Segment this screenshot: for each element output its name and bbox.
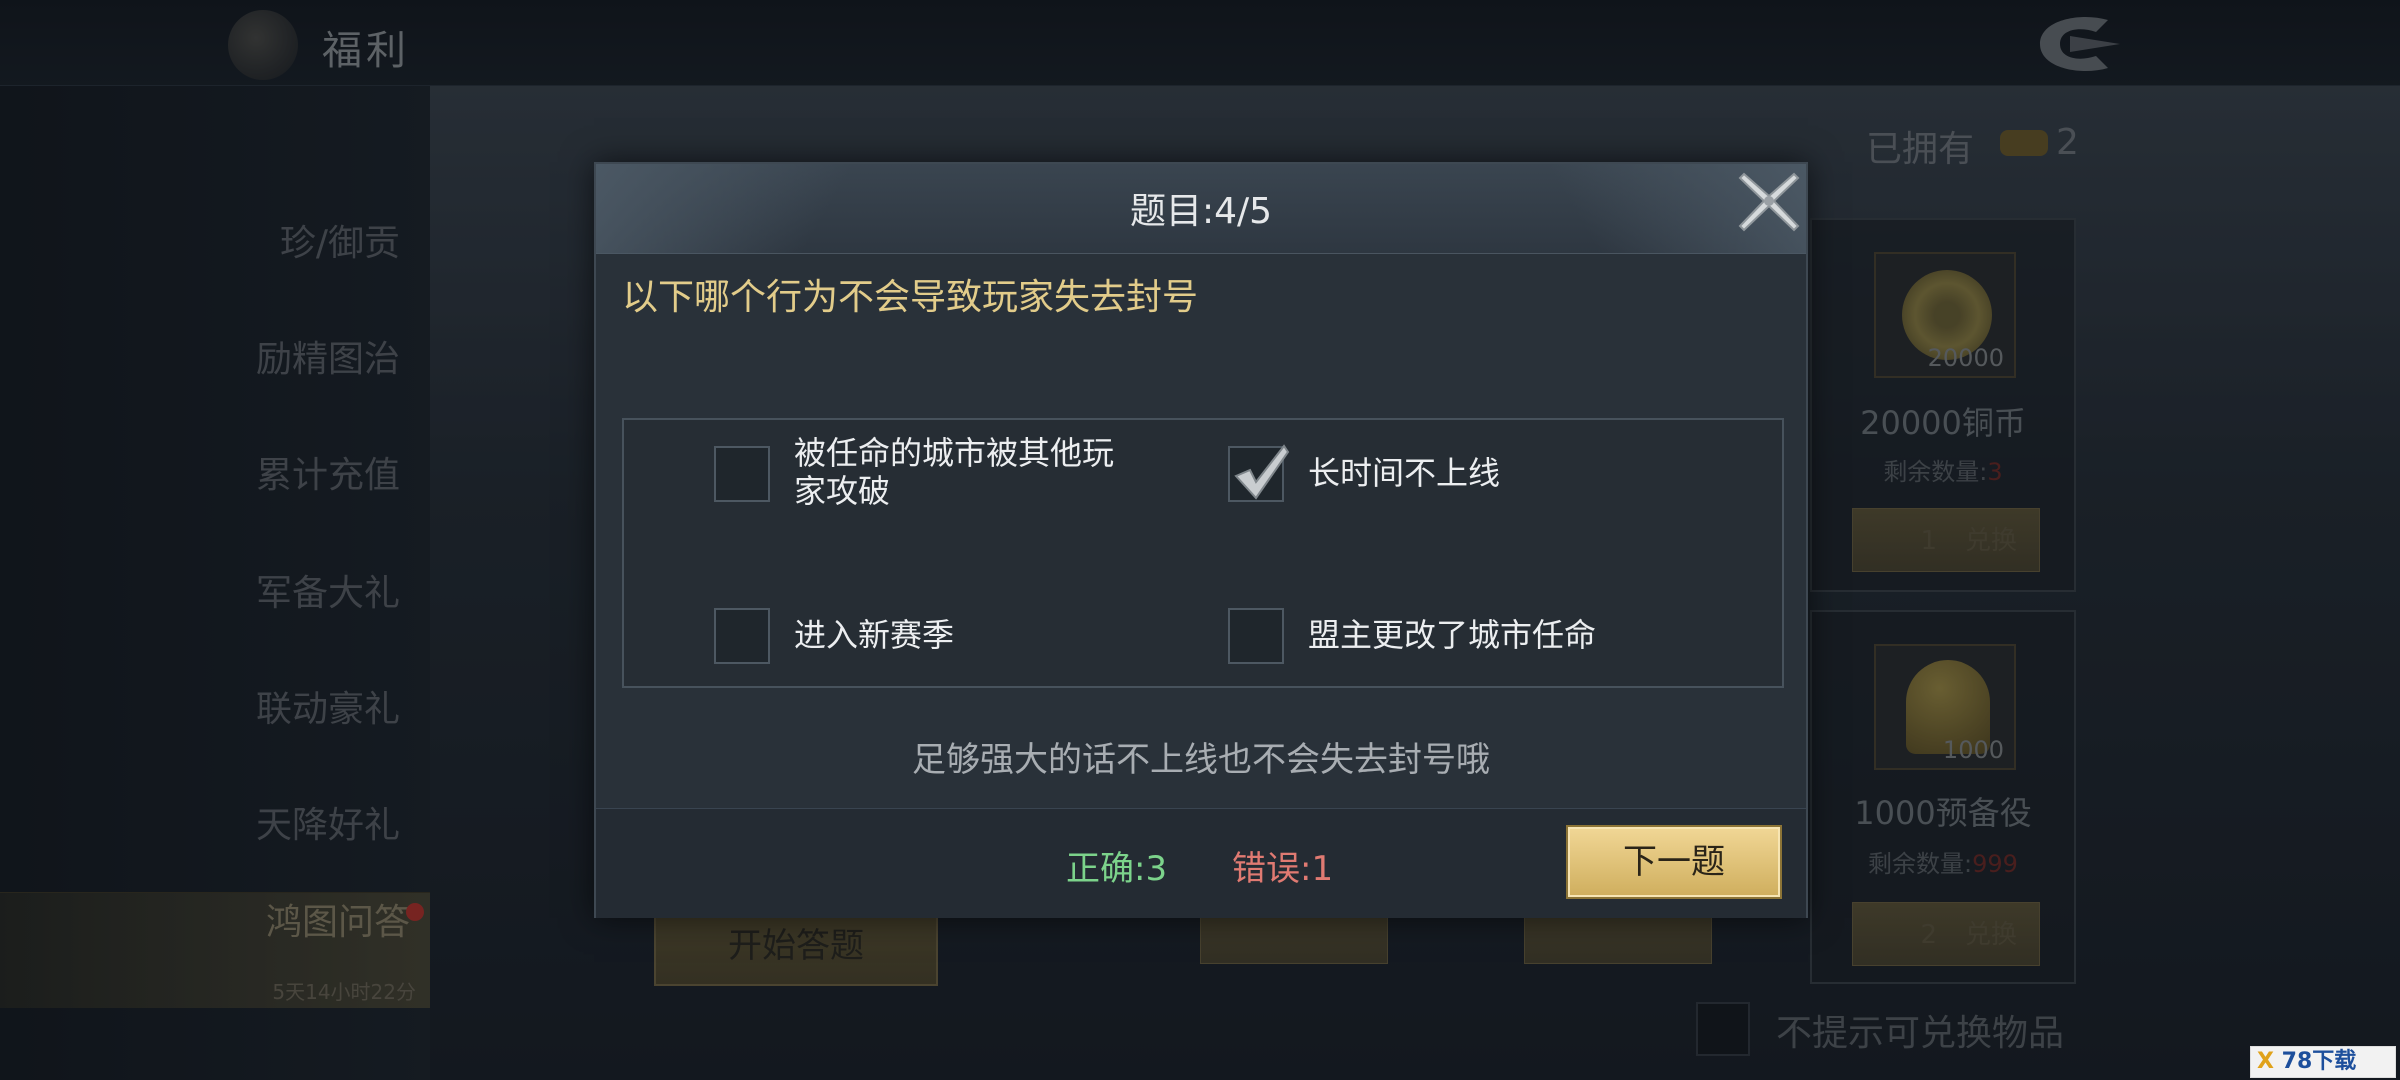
checkmark-icon — [1234, 444, 1290, 500]
question-progress: 题目:4/5 — [1129, 191, 1273, 232]
option-checkbox-checked[interactable] — [1228, 444, 1290, 502]
question-text: 以下哪个行为不会导致玩家失去封号 — [622, 277, 1199, 318]
option-checkbox[interactable] — [1228, 608, 1284, 664]
option-label: 盟主更改了城市任命 — [1308, 616, 1597, 654]
answer-options: 被任命的城市被其他玩 家攻破 长时间不上线 进入新赛季 盟主更改了城市任命 — [622, 418, 1784, 688]
close-icon[interactable] — [1730, 164, 1808, 240]
correct-count: 正确:3 — [1066, 849, 1168, 889]
wrong-count: 错误:1 — [1232, 849, 1334, 889]
answer-hint: 足够强大的话不上线也不会失去封号哦 — [912, 740, 1490, 780]
quiz-dialog: 题目:4/5 以下哪个行为不会导致玩家失去封号 被任命的城市被其他玩 家攻破 长… — [594, 162, 1808, 918]
site-watermark: X 78下载 — [2250, 1046, 2396, 1078]
option-label: 被任命的城市被其他玩 家攻破 — [794, 434, 1115, 510]
option-checkbox[interactable] — [714, 446, 770, 502]
next-question-button[interactable]: 下一题 — [1566, 825, 1782, 899]
answer-option-3[interactable]: 进入新赛季 — [714, 596, 1194, 676]
option-label: 长时间不上线 — [1308, 454, 1501, 492]
answer-option-2[interactable]: 长时间不上线 — [1228, 434, 1708, 514]
answer-option-4[interactable]: 盟主更改了城市任命 — [1228, 596, 1708, 676]
dialog-footer: 正确:3 错误:1 下一题 — [596, 808, 1806, 918]
option-label: 进入新赛季 — [794, 616, 955, 654]
answer-option-1[interactable]: 被任命的城市被其他玩 家攻破 — [714, 434, 1194, 514]
option-checkbox[interactable] — [714, 608, 770, 664]
dialog-header: 题目:4/5 — [596, 164, 1806, 254]
